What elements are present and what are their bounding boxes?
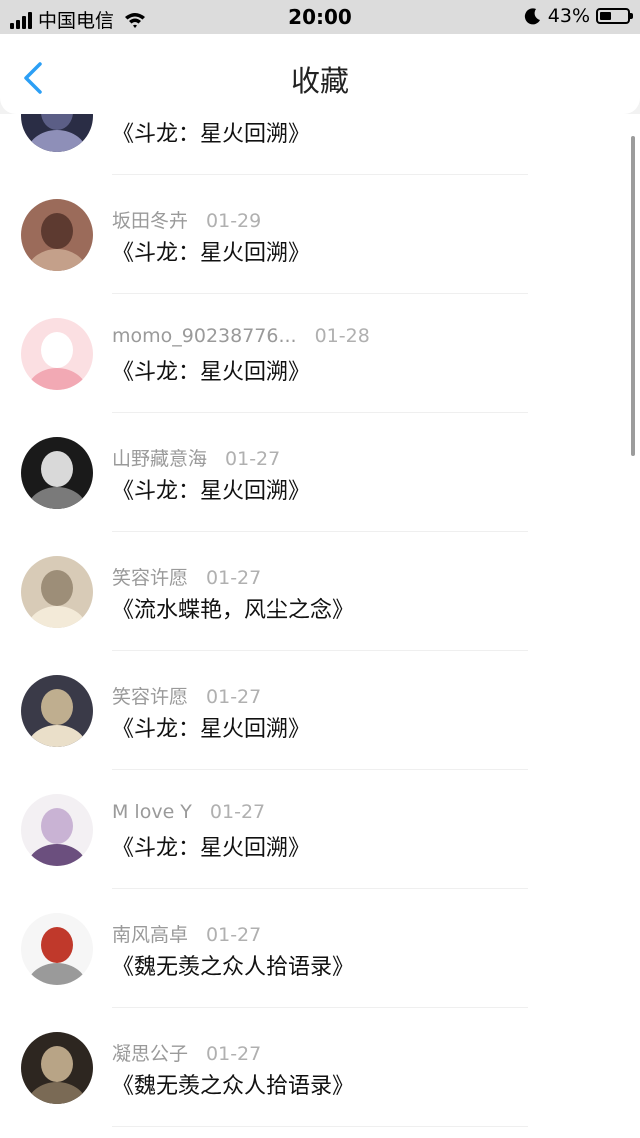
book-title[interactable]: 《魏无羡之众人拾语录》	[112, 949, 354, 981]
scrollbar[interactable]	[631, 136, 635, 456]
item-meta: momo_90238776... 01-28	[112, 325, 370, 347]
divider	[112, 293, 528, 294]
date-label: 01-27	[206, 1043, 262, 1065]
divider	[112, 531, 528, 532]
date-label: 01-27	[206, 567, 262, 589]
list-item[interactable]: M love Y 01-27 《斗龙：星火回溯》	[0, 770, 640, 889]
battery-fill	[600, 12, 611, 20]
divider	[112, 888, 528, 889]
item-meta: 笑容许愿 01-27	[112, 563, 261, 590]
book-title[interactable]: 《魏无羡之众人拾语录》	[112, 1068, 354, 1100]
favorites-list[interactable]: 凝思公子 01-27 《魏无羡之众人拾语录》 南风高卓 01-27 《魏无羡之众人拾语录》…	[0, 114, 640, 1138]
book-title[interactable]: 《斗龙：星火回溯》	[112, 235, 310, 267]
book-title[interactable]: 《流水蝶艳，风尘之念》	[112, 592, 354, 624]
avatar[interactable]	[21, 318, 93, 390]
book-title[interactable]: 《斗龙：星火回溯》	[112, 711, 310, 743]
divider	[112, 1126, 528, 1127]
avatar[interactable]	[21, 556, 93, 628]
status-bar: 中国电信 20:00 43%	[0, 0, 640, 34]
divider	[112, 769, 528, 770]
date-label: 01-27	[206, 924, 262, 946]
date-label: 01-29	[206, 210, 262, 232]
avatar[interactable]	[21, 675, 93, 747]
divider	[112, 1007, 528, 1008]
book-title[interactable]: 《斗龙：星火回溯》	[112, 354, 310, 386]
date-label: 01-28	[314, 325, 370, 347]
avatar[interactable]	[21, 437, 93, 509]
status-right: 43%	[524, 5, 633, 27]
avatar[interactable]	[21, 794, 93, 866]
username[interactable]: 坂田冬卉	[112, 210, 188, 232]
list-item[interactable]: 凝思公子 01-27 《魏无羡之众人拾语录》	[0, 1008, 640, 1127]
avatar[interactable]	[21, 913, 93, 985]
date-label: 01-27	[206, 686, 262, 708]
item-meta: 坂田冬卉 01-29	[112, 206, 261, 233]
list-item[interactable]: 《斗龙：星火回溯》	[0, 114, 640, 175]
avatar[interactable]	[21, 1032, 93, 1104]
list-item[interactable]: 笑容许愿 01-27 《斗龙：星火回溯》	[0, 651, 640, 770]
battery-icon	[596, 8, 633, 24]
divider	[112, 412, 528, 413]
date-label: 01-27	[225, 448, 281, 470]
username[interactable]: 南风高卓	[112, 924, 188, 946]
item-meta: 笑容许愿 01-27	[112, 682, 261, 709]
divider	[112, 650, 528, 651]
avatar[interactable]	[21, 199, 93, 271]
username[interactable]: momo_90238776...	[112, 325, 297, 347]
username[interactable]: 山野藏意海	[112, 448, 207, 470]
book-title[interactable]: 《斗龙：星火回溯》	[112, 116, 310, 148]
battery-percent: 43%	[547, 5, 590, 27]
date-label: 01-27	[209, 801, 266, 823]
item-meta: M love Y 01-27	[112, 801, 265, 823]
list-item[interactable]: 坂田冬卉 01-29 《斗龙：星火回溯》	[0, 175, 640, 294]
list-item[interactable]: 山野藏意海 01-27 《斗龙：星火回溯》	[0, 413, 640, 532]
username[interactable]: M love Y	[112, 801, 192, 823]
item-meta: 南风高卓 01-27	[112, 920, 261, 947]
username[interactable]: 笑容许愿	[112, 567, 188, 589]
list-item[interactable]: 南风高卓 01-27 《魏无羡之众人拾语录》	[0, 889, 640, 1008]
item-meta: 凝思公子 01-27	[112, 1039, 261, 1066]
item-meta: 山野藏意海 01-27	[112, 444, 280, 471]
username[interactable]: 笑容许愿	[112, 686, 188, 708]
divider	[112, 174, 528, 175]
moon-icon	[524, 8, 540, 25]
username[interactable]: 凝思公子	[112, 1043, 188, 1065]
nav-bar: 收藏	[0, 34, 640, 114]
page-title: 收藏	[290, 64, 349, 98]
list-item[interactable]: momo_90238776... 01-28 《斗龙：星火回溯》	[0, 294, 640, 413]
avatar[interactable]	[21, 114, 93, 152]
book-title[interactable]: 《斗龙：星火回溯》	[112, 473, 310, 505]
list-item[interactable]: 笑容许愿 01-27 《流水蝶艳，风尘之念》	[0, 532, 640, 651]
book-title[interactable]: 《斗龙：星火回溯》	[112, 830, 310, 862]
